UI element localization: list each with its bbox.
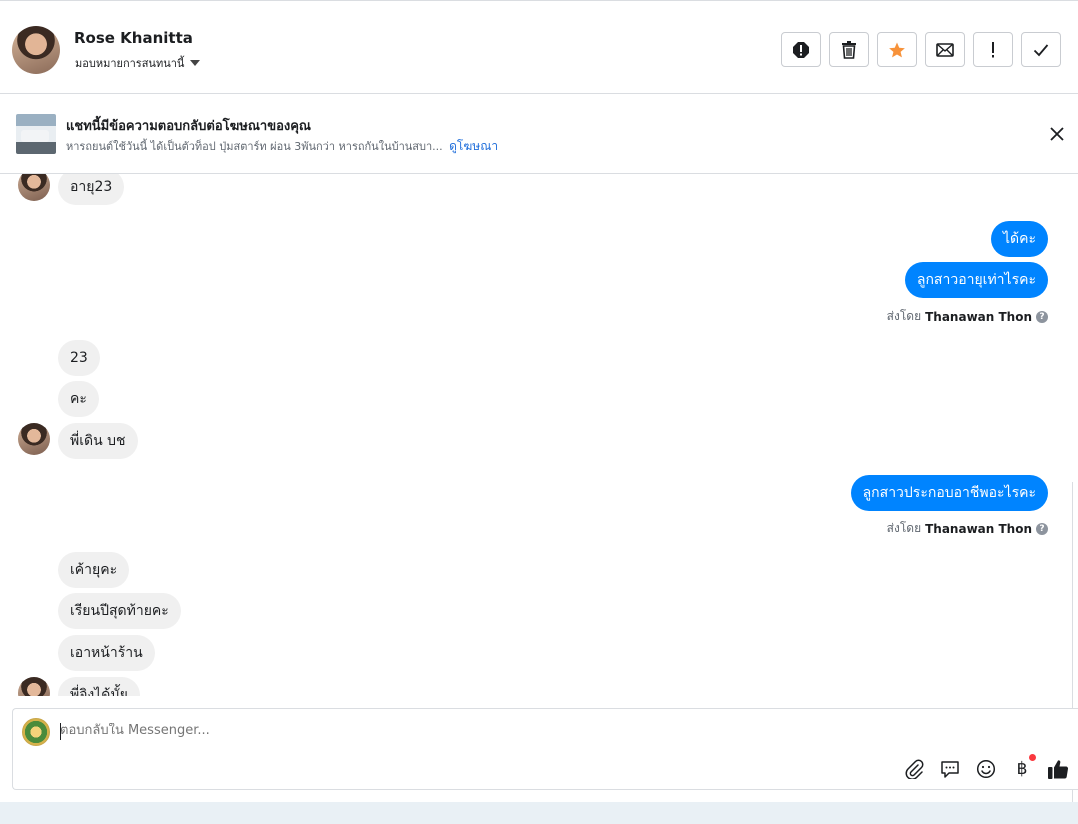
smiley-icon: [976, 759, 996, 779]
page-avatar: [22, 718, 50, 746]
contact-name[interactable]: Rose Khanitta: [74, 29, 193, 47]
view-ad-link[interactable]: ดูโฆษณา: [449, 139, 498, 153]
ad-reply-banner: แชทนี้มีข้อความตอบกลับต่อโฆษณาของคุณ หาร…: [0, 94, 1078, 174]
spam-button[interactable]: [781, 32, 821, 67]
outgoing-message[interactable]: ลูกสาวอายุเท่าไรคะ: [904, 262, 1048, 298]
conversation-header: Rose Khanitta มอบหมายการสนทนานี้: [0, 0, 1078, 94]
star-icon: [889, 42, 905, 57]
attach-button[interactable]: [902, 757, 926, 781]
incoming-message[interactable]: คะ: [58, 381, 99, 417]
follow-up-button[interactable]: [973, 32, 1013, 67]
sender-name: Thanawan Thon: [925, 521, 1032, 536]
incoming-message[interactable]: อายุ23: [58, 174, 125, 205]
ad-description: หารถยนต์ใช้วันนี้ ได้เป็นตัวท็อป ปุ่มสตา…: [66, 140, 443, 153]
sent-by-prefix: ส่งโดย: [886, 309, 922, 323]
ad-thumbnail[interactable]: [16, 114, 56, 154]
like-button[interactable]: [1046, 757, 1070, 781]
assign-conversation-dropdown[interactable]: มอบหมายการสนทนานี้: [75, 54, 201, 72]
page-footer-strip: [0, 802, 1078, 824]
help-icon[interactable]: ?: [1036, 522, 1048, 535]
sent-by-label: ส่งโดย Thanawan Thon ?: [887, 307, 1048, 326]
incoming-message[interactable]: เค้ายุคะ: [58, 552, 130, 588]
contact-avatar-small: [18, 677, 50, 696]
contact-avatar-small: [18, 423, 50, 455]
exclamation-icon: [992, 41, 994, 57]
baht-icon: ฿: [1016, 759, 1028, 779]
paperclip-icon: [905, 759, 924, 779]
ad-banner-subtitle: หารถยนต์ใช้วันนี้ ได้เป็นตัวท็อป ปุ่มสตา…: [66, 137, 498, 156]
delete-button[interactable]: [829, 32, 869, 67]
emoji-button[interactable]: [974, 757, 998, 781]
outgoing-message[interactable]: ลูกสาวประกอบอาชีพอะไรคะ: [850, 475, 1048, 511]
outgoing-message[interactable]: ได้คะ: [990, 221, 1048, 257]
star-button[interactable]: [877, 32, 917, 67]
caret-down-icon: [190, 60, 201, 66]
text-cursor: [60, 723, 61, 740]
ad-banner-title: แชทนี้มีข้อความตอบกลับต่อโฆษณาของคุณ: [66, 119, 311, 134]
incoming-message[interactable]: 23: [58, 340, 100, 376]
chat-bubble-icon: [941, 761, 959, 778]
incoming-message[interactable]: พี่จิงได้มั้ย: [58, 677, 140, 696]
mark-done-button[interactable]: [1021, 32, 1061, 67]
incoming-message[interactable]: เอาหน้าร้าน: [58, 635, 155, 671]
sent-by-prefix: ส่งโดย: [886, 521, 922, 535]
payment-button[interactable]: ฿: [1010, 754, 1036, 781]
incoming-message[interactable]: เรียนปีสุดท้ายคะ: [58, 593, 181, 629]
alert-circle-icon: [793, 41, 809, 58]
close-icon: [1050, 127, 1064, 141]
envelope-icon: [936, 42, 954, 57]
sent-by-label: ส่งโดย Thanawan Thon ?: [887, 519, 1048, 538]
contact-avatar[interactable]: [12, 26, 60, 74]
assign-label: มอบหมายการสนทนานี้: [75, 57, 185, 70]
thumbs-up-icon: [1048, 760, 1069, 779]
mark-unread-button[interactable]: [925, 32, 965, 67]
contact-avatar-small: [18, 174, 50, 201]
incoming-message[interactable]: พี่เดิน บช: [58, 423, 138, 459]
trash-icon: [842, 40, 856, 59]
check-icon: [1033, 43, 1049, 56]
notification-dot: [1029, 754, 1036, 761]
message-thread[interactable]: อายุ23 ได้คะ ลูกสาวอายุเท่าไรคะ ส่งโดย T…: [0, 174, 1078, 696]
close-banner-button[interactable]: [1047, 124, 1067, 144]
reply-input[interactable]: [60, 723, 660, 738]
saved-replies-button[interactable]: [938, 757, 962, 781]
reply-composer: ฿: [12, 708, 1078, 790]
help-icon[interactable]: ?: [1036, 310, 1048, 323]
sender-name: Thanawan Thon: [925, 309, 1032, 324]
